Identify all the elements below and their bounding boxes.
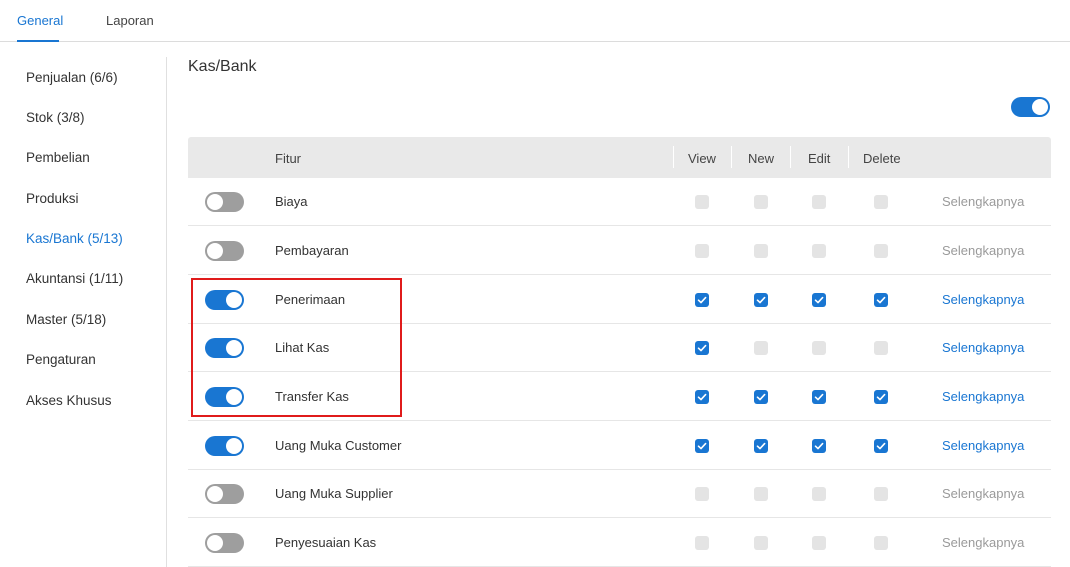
new-checkbox[interactable] bbox=[754, 341, 768, 355]
feature-toggle[interactable] bbox=[205, 192, 244, 212]
new-checkbox[interactable] bbox=[754, 244, 768, 258]
feature-label: Penerimaan bbox=[275, 292, 346, 307]
sidebar: Penjualan (6/6) Stok (3/8) Pembelian Pro… bbox=[0, 57, 167, 567]
table-row: Lihat Kas Selengkapnya bbox=[188, 324, 1051, 372]
edit-checkbox[interactable] bbox=[812, 341, 826, 355]
delete-checkbox[interactable] bbox=[874, 244, 888, 258]
toggle-knob bbox=[226, 389, 242, 405]
selengkapnya-link[interactable]: Selengkapnya bbox=[942, 194, 1024, 209]
header-view: View bbox=[688, 151, 716, 166]
delete-checkbox[interactable] bbox=[874, 487, 888, 501]
header-fitur: Fitur bbox=[275, 151, 301, 166]
table-row: Biaya Selengkapnya bbox=[188, 178, 1051, 226]
selengkapnya-link[interactable]: Selengkapnya bbox=[942, 535, 1024, 550]
selengkapnya-link[interactable]: Selengkapnya bbox=[942, 438, 1024, 453]
new-checkbox[interactable] bbox=[754, 439, 768, 453]
view-checkbox[interactable] bbox=[695, 293, 709, 307]
feature-toggle[interactable] bbox=[205, 533, 244, 553]
table-row: Penyesuaian Kas Selengkapnya bbox=[188, 519, 1051, 567]
delete-checkbox[interactable] bbox=[874, 293, 888, 307]
feature-label: Penyesuaian Kas bbox=[275, 535, 377, 550]
top-tab-bar: General Laporan bbox=[0, 0, 1070, 42]
feature-label: Transfer Kas bbox=[275, 389, 349, 404]
delete-checkbox[interactable] bbox=[874, 195, 888, 209]
selengkapnya-link[interactable]: Selengkapnya bbox=[942, 243, 1024, 258]
table-row: Transfer Kas Selengkapnya bbox=[188, 373, 1051, 421]
edit-checkbox[interactable] bbox=[812, 536, 826, 550]
edit-checkbox[interactable] bbox=[812, 244, 826, 258]
new-checkbox[interactable] bbox=[754, 390, 768, 404]
feature-label: Uang Muka Customer bbox=[275, 438, 402, 453]
edit-checkbox[interactable] bbox=[812, 195, 826, 209]
toggle-knob bbox=[207, 243, 223, 259]
edit-checkbox[interactable] bbox=[812, 487, 826, 501]
delete-checkbox[interactable] bbox=[874, 536, 888, 550]
feature-toggle[interactable] bbox=[205, 387, 244, 407]
table-row: Uang Muka Customer Selengkapnya bbox=[188, 422, 1051, 470]
feature-toggle[interactable] bbox=[205, 290, 244, 310]
feature-toggle[interactable] bbox=[205, 338, 244, 358]
new-checkbox[interactable] bbox=[754, 195, 768, 209]
toggle-knob bbox=[226, 340, 242, 356]
toggle-knob bbox=[226, 438, 242, 454]
toggle-knob bbox=[226, 292, 242, 308]
sidebar-item-pembelian[interactable]: Pembelian bbox=[26, 150, 90, 165]
new-checkbox[interactable] bbox=[754, 536, 768, 550]
feature-toggle[interactable] bbox=[205, 241, 244, 261]
sidebar-item-akses-khusus[interactable]: Akses Khusus bbox=[26, 393, 112, 408]
master-toggle[interactable] bbox=[1011, 97, 1050, 117]
table-row: Pembayaran Selengkapnya bbox=[188, 227, 1051, 275]
view-checkbox[interactable] bbox=[695, 487, 709, 501]
edit-checkbox[interactable] bbox=[812, 439, 826, 453]
sidebar-item-kas-bank[interactable]: Kas/Bank (5/13) bbox=[26, 231, 123, 246]
delete-checkbox[interactable] bbox=[874, 439, 888, 453]
edit-checkbox[interactable] bbox=[812, 390, 826, 404]
delete-checkbox[interactable] bbox=[874, 390, 888, 404]
toggle-knob bbox=[207, 535, 223, 551]
feature-label: Pembayaran bbox=[275, 243, 349, 258]
header-delete: Delete bbox=[863, 151, 901, 166]
selengkapnya-link[interactable]: Selengkapnya bbox=[942, 389, 1024, 404]
new-checkbox[interactable] bbox=[754, 293, 768, 307]
selengkapnya-link[interactable]: Selengkapnya bbox=[942, 486, 1024, 501]
selengkapnya-link[interactable]: Selengkapnya bbox=[942, 292, 1024, 307]
sidebar-item-master[interactable]: Master (5/18) bbox=[26, 312, 106, 327]
active-tab-indicator bbox=[17, 40, 59, 42]
selengkapnya-link[interactable]: Selengkapnya bbox=[942, 340, 1024, 355]
tab-general[interactable]: General bbox=[17, 13, 63, 28]
toggle-knob bbox=[1032, 99, 1048, 115]
feature-toggle[interactable] bbox=[205, 436, 244, 456]
view-checkbox[interactable] bbox=[695, 536, 709, 550]
header-divider bbox=[673, 146, 674, 168]
view-checkbox[interactable] bbox=[695, 439, 709, 453]
view-checkbox[interactable] bbox=[695, 341, 709, 355]
header-divider bbox=[848, 146, 849, 168]
sidebar-item-penjualan[interactable]: Penjualan (6/6) bbox=[26, 70, 118, 85]
toggle-knob bbox=[207, 194, 223, 210]
toggle-knob bbox=[207, 486, 223, 502]
sidebar-item-produksi[interactable]: Produksi bbox=[26, 191, 79, 206]
sidebar-item-stok[interactable]: Stok (3/8) bbox=[26, 110, 85, 125]
page-title: Kas/Bank bbox=[188, 58, 257, 75]
delete-checkbox[interactable] bbox=[874, 341, 888, 355]
tab-laporan[interactable]: Laporan bbox=[106, 13, 154, 28]
sidebar-item-pengaturan[interactable]: Pengaturan bbox=[26, 352, 96, 367]
view-checkbox[interactable] bbox=[695, 195, 709, 209]
feature-label: Biaya bbox=[275, 194, 308, 209]
edit-checkbox[interactable] bbox=[812, 293, 826, 307]
header-edit: Edit bbox=[808, 151, 831, 166]
table-row: Uang Muka Supplier Selengkapnya bbox=[188, 470, 1051, 518]
table-row: Penerimaan Selengkapnya bbox=[188, 276, 1051, 324]
header-divider bbox=[731, 146, 732, 168]
feature-label: Lihat Kas bbox=[275, 340, 330, 355]
view-checkbox[interactable] bbox=[695, 244, 709, 258]
view-checkbox[interactable] bbox=[695, 390, 709, 404]
new-checkbox[interactable] bbox=[754, 487, 768, 501]
feature-toggle[interactable] bbox=[205, 484, 244, 504]
header-new: New bbox=[748, 151, 775, 166]
feature-label: Uang Muka Supplier bbox=[275, 486, 393, 501]
table-header: Fitur View New Edit Delete bbox=[188, 137, 1051, 178]
header-divider bbox=[790, 146, 791, 168]
sidebar-item-akuntansi[interactable]: Akuntansi (1/11) bbox=[26, 271, 123, 286]
